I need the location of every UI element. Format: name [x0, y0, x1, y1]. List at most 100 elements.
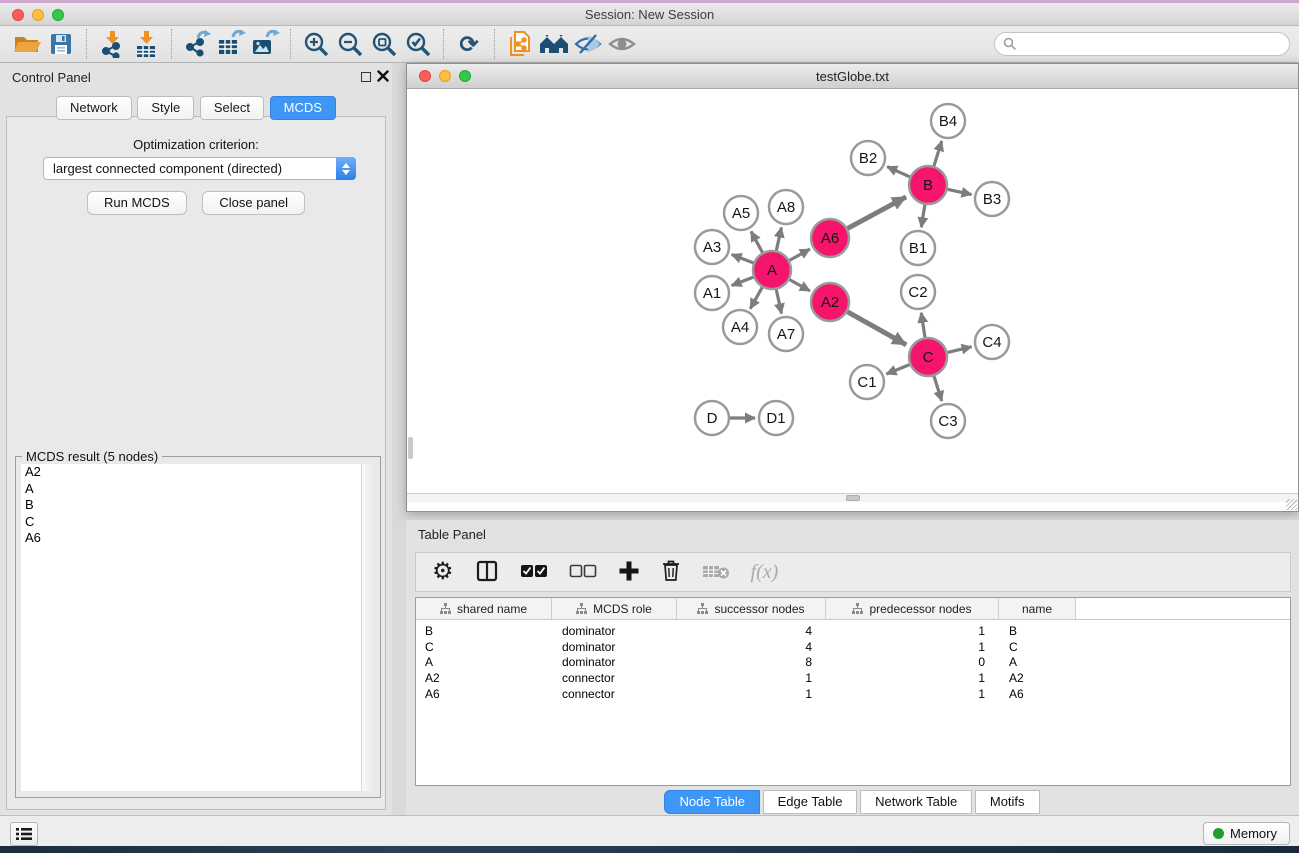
deselect-all-button[interactable]	[569, 563, 597, 582]
close-panel-icon[interactable]	[377, 69, 389, 83]
trash-icon	[661, 559, 681, 582]
export-image-button[interactable]	[248, 29, 282, 59]
graph-edge-C-C4[interactable]	[947, 347, 971, 353]
graph-edge-B-B3[interactable]	[948, 189, 972, 194]
mcds-result-item[interactable]: A	[21, 481, 361, 498]
network-horizontal-scrollbar[interactable]	[407, 493, 1298, 502]
graph-node-label-A8: A8	[777, 199, 795, 216]
delete-column-button[interactable]	[661, 559, 681, 585]
graph-node-label-C3: C3	[938, 413, 957, 430]
close-panel-button[interactable]: Close panel	[202, 191, 305, 215]
graph-node-label-D1: D1	[766, 410, 785, 427]
mcds-result-item[interactable]: A2	[21, 464, 361, 481]
float-panel-icon[interactable]	[361, 72, 371, 82]
run-mcds-button[interactable]: Run MCDS	[87, 191, 187, 215]
graph-edge-C-C1[interactable]	[886, 365, 909, 374]
eye-icon	[607, 31, 637, 57]
open-folder-icon	[13, 31, 41, 57]
table-panel: Table Panel ⚙	[406, 520, 1299, 815]
window-resize-grip[interactable]	[1286, 499, 1297, 510]
table-column-header[interactable]: predecessor nodes	[826, 598, 999, 619]
table-column-header[interactable]: successor nodes	[677, 598, 826, 619]
mcds-result-item[interactable]: A6	[21, 530, 361, 547]
network-window-title: testGlobe.txt	[407, 69, 1298, 84]
export-table-button[interactable]	[214, 29, 248, 59]
graph-edge-A-A6[interactable]	[790, 249, 810, 260]
clone-network-button[interactable]	[503, 29, 537, 59]
graph-edge-A-A7[interactable]	[776, 290, 781, 314]
zoom-selected-button[interactable]	[401, 29, 435, 59]
graph-edge-B-B2[interactable]	[887, 167, 910, 177]
show-details-button[interactable]	[605, 29, 639, 59]
mcds-result-item[interactable]: C	[21, 514, 361, 531]
result-list-scrollbar[interactable]	[361, 464, 375, 791]
table-settings-button[interactable]: ⚙	[432, 560, 454, 584]
table-toolbar: ⚙	[415, 552, 1291, 592]
task-history-button[interactable]	[10, 822, 38, 846]
zoom-in-button[interactable]	[299, 29, 333, 59]
graph-edge-A-A2[interactable]	[790, 280, 810, 291]
import-table-button[interactable]	[129, 29, 163, 59]
zoom-fit-button[interactable]	[367, 29, 401, 59]
table-tab[interactable]: Network Table	[860, 790, 972, 814]
graph-edge-A6-B[interactable]	[848, 197, 906, 229]
import-network-button[interactable]	[95, 29, 129, 59]
mcds-result-list[interactable]: A2 A B C A6	[21, 464, 361, 791]
graph-edge-A-A5[interactable]	[751, 231, 762, 252]
graph-edge-B-B4[interactable]	[934, 141, 942, 166]
delete-table-button-disabled[interactable]	[702, 562, 730, 583]
status-bar: Memory	[0, 815, 1299, 846]
main-toolbar: ⟳	[0, 26, 1299, 63]
memory-button[interactable]: Memory	[1203, 822, 1290, 845]
toggle-panel-button[interactable]	[475, 559, 499, 586]
table-row[interactable]: C dominator 4 1 C	[416, 639, 1290, 655]
mcds-result-item[interactable]: B	[21, 497, 361, 514]
network-canvas[interactable]: B4B2BB3A8A5A6B1A3AC2A1A2A4A7C4CC1DD1C3	[407, 89, 1298, 502]
graph-edge-C-C3[interactable]	[934, 376, 942, 401]
network-view-window: testGlobe.txt B4B2BB3A8A5A6B1A3AC2A1A2A4…	[406, 63, 1299, 512]
graph-node-label-A1: A1	[703, 285, 721, 302]
table-row[interactable]: A2 connector 1 1 A2	[416, 670, 1290, 686]
network-scrollbar-thumb[interactable]	[846, 495, 860, 501]
graph-edge-C-C2[interactable]	[921, 313, 925, 337]
graph-edge-A-A1[interactable]	[732, 277, 754, 285]
table-tab[interactable]: Motifs	[975, 790, 1040, 814]
table-column-header[interactable]: MCDS role	[552, 598, 677, 619]
table-row[interactable]: A6 connector 1 1 A6	[416, 686, 1290, 702]
export-network-button[interactable]	[180, 29, 214, 59]
open-session-button[interactable]	[10, 29, 44, 59]
search-input[interactable]	[1017, 37, 1289, 52]
table-column-header[interactable]: name	[999, 598, 1076, 619]
panel-splitter[interactable]	[392, 63, 402, 815]
function-builder-button-disabled[interactable]: f(x)	[751, 561, 779, 584]
graph-edge-A2-C[interactable]	[847, 312, 906, 345]
table-row[interactable]: A dominator 8 0 A	[416, 655, 1290, 671]
zoom-out-button[interactable]	[333, 29, 367, 59]
hide-details-button[interactable]	[571, 29, 605, 59]
control-panel-tab[interactable]: Network	[56, 96, 132, 120]
graph-edge-B-B1[interactable]	[921, 205, 925, 228]
control-panel-tab[interactable]: Select	[200, 96, 264, 120]
network-vertical-scrollbar[interactable]	[408, 437, 413, 459]
graph-edge-A-A4[interactable]	[750, 287, 762, 308]
optimization-criterion-select[interactable]: largest connected component (directed)	[43, 157, 356, 180]
graph-edge-A-A3[interactable]	[732, 255, 754, 263]
graph-edge-A-A8[interactable]	[776, 227, 781, 250]
table-tab[interactable]: Node Table	[664, 790, 760, 814]
table-row[interactable]: B dominator 4 1 B	[416, 623, 1290, 639]
export-network-icon	[183, 30, 211, 58]
apply-layout-button[interactable]: ⟳	[452, 29, 486, 59]
save-session-button[interactable]	[44, 29, 78, 59]
graph-node-label-A: A	[767, 262, 777, 279]
table-column-header[interactable]: shared name	[416, 598, 552, 619]
table-tab[interactable]: Edge Table	[763, 790, 858, 814]
memory-label: Memory	[1230, 826, 1277, 841]
control-panel-tab[interactable]: Style	[137, 96, 194, 120]
network-overview-button[interactable]	[537, 29, 571, 59]
add-column-button[interactable]	[618, 560, 640, 585]
plus-icon	[618, 560, 640, 582]
graph-node-label-B: B	[923, 177, 933, 194]
control-panel-tab[interactable]: MCDS	[270, 96, 336, 120]
select-all-button[interactable]	[520, 563, 548, 582]
table-panel-header: Table Panel	[406, 520, 1299, 546]
